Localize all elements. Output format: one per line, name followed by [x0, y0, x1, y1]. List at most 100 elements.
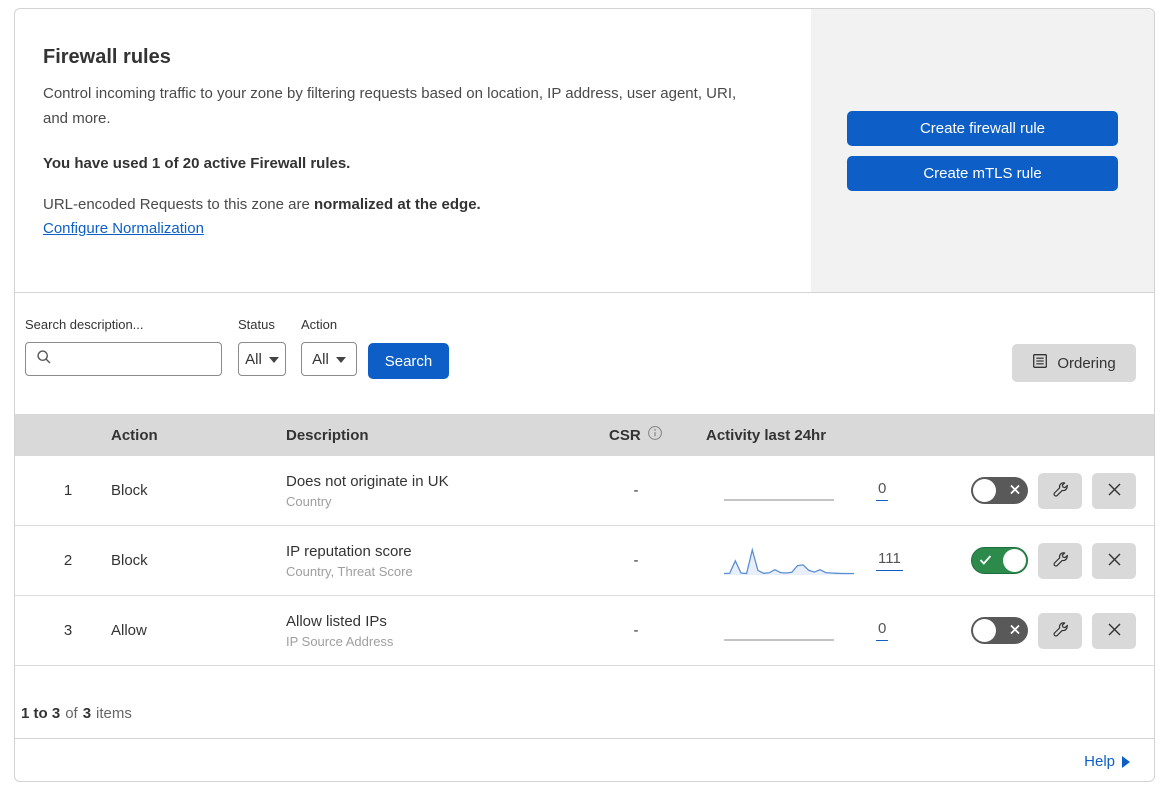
create-firewall-rule-button[interactable]: Create firewall rule — [847, 110, 1118, 146]
rule-description-cell: Does not originate in UK Country — [272, 473, 581, 509]
action-filter-value: All — [312, 350, 329, 368]
search-button[interactable]: Search — [368, 343, 449, 379]
rules-table: Action Description CSR Activity last 24h… — [15, 414, 1154, 666]
action-filter-label: Action — [301, 317, 338, 332]
close-icon — [1107, 552, 1122, 570]
rule-enabled-toggle[interactable] — [971, 617, 1028, 644]
help-link[interactable]: Help — [1084, 753, 1130, 770]
rule-criteria: IP Source Address — [286, 633, 394, 649]
activity-count-link[interactable]: 0 — [876, 480, 889, 501]
delete-rule-button[interactable] — [1092, 542, 1136, 579]
toggle-knob — [1003, 549, 1026, 572]
header-description: Description — [286, 426, 369, 444]
normalization-bold-text: normalized at the edge. — [314, 196, 481, 213]
activity-flat-line — [724, 616, 854, 646]
wrench-icon — [1052, 481, 1069, 501]
table-row: 2 Block IP reputation score Country, Thr… — [15, 526, 1154, 596]
rule-priority: 1 — [63, 482, 73, 499]
status-filter-value: All — [245, 350, 262, 368]
table-row: 1 Block Does not originate in UK Country… — [15, 456, 1154, 526]
intro-section: Firewall rules Control incoming traffic … — [15, 9, 1154, 293]
search-icon — [36, 349, 52, 370]
chevron-down-icon — [335, 356, 346, 363]
rule-criteria: Country — [286, 493, 332, 509]
table-header-row: Action Description CSR Activity last 24h… — [15, 414, 1154, 456]
rule-priority: 2 — [63, 552, 73, 569]
toggle-knob — [973, 479, 996, 502]
rule-action: Block — [111, 552, 148, 569]
ordering-button-label: Ordering — [1057, 354, 1116, 372]
ordering-button[interactable]: Ordering — [1012, 344, 1136, 382]
ordering-list-icon — [1032, 353, 1048, 373]
action-filter-dropdown[interactable]: All — [301, 342, 357, 376]
firewall-rules-card: Firewall rules Control incoming traffic … — [14, 8, 1155, 782]
rule-description: IP reputation score — [286, 542, 412, 560]
rule-controls — [931, 472, 1154, 509]
status-filter-dropdown[interactable]: All — [238, 342, 286, 376]
rule-controls — [931, 542, 1154, 579]
toggle-check-icon — [979, 553, 992, 568]
header-csr-label: CSR — [609, 426, 641, 444]
normalization-note: URL-encoded Requests to this zone are no… — [43, 196, 781, 213]
edit-rule-button[interactable] — [1038, 612, 1082, 649]
intro-description: Control incoming traffic to your zone by… — [43, 85, 737, 127]
usage-summary: You have used 1 of 20 active Firewall ru… — [43, 155, 351, 172]
rule-description-cell: IP reputation score Country, Threat Scor… — [272, 543, 581, 579]
rule-enabled-toggle[interactable] — [971, 547, 1028, 574]
table-row: 3 Allow Allow listed IPs IP Source Addre… — [15, 596, 1154, 666]
items-of: of — [65, 705, 78, 722]
items-range: 1 to 3 — [21, 705, 61, 722]
toggle-knob — [973, 619, 996, 642]
rule-action: Allow — [111, 622, 147, 639]
rule-description: Allow listed IPs — [286, 612, 387, 630]
toggle-x-icon — [1009, 483, 1021, 498]
csr-value: - — [633, 552, 639, 569]
activity-cell: 0 — [691, 476, 931, 506]
chevron-right-icon — [1122, 755, 1130, 768]
rule-action: Block — [111, 482, 148, 499]
intro-text: Firewall rules Control incoming traffic … — [15, 9, 811, 292]
close-icon — [1107, 622, 1122, 640]
delete-rule-button[interactable] — [1092, 472, 1136, 509]
action-filter-group: Action All — [301, 317, 357, 376]
activity-cell: 111 — [691, 546, 931, 576]
chevron-down-icon — [268, 356, 279, 363]
status-filter-label: Status — [238, 317, 275, 332]
page-title: Firewall rules — [43, 46, 171, 68]
search-field-group: Search description... — [25, 317, 222, 376]
header-activity: Activity last 24hr — [706, 426, 827, 444]
rule-enabled-toggle[interactable] — [971, 477, 1028, 504]
search-field-label: Search description... — [25, 317, 144, 332]
help-bar: Help — [15, 738, 1154, 781]
header-action: Action — [111, 426, 158, 444]
table-footer: 1 to 3 of 3 items — [15, 666, 1154, 738]
filter-bar: Search description... Status All Action … — [15, 293, 1154, 414]
search-input[interactable] — [25, 342, 222, 376]
status-filter-group: Status All — [238, 317, 286, 376]
activity-cell: 0 — [691, 616, 931, 646]
items-word: items — [96, 705, 132, 722]
edit-rule-button[interactable] — [1038, 472, 1082, 509]
items-total: 3 — [82, 705, 92, 722]
csr-value: - — [633, 622, 639, 639]
delete-rule-button[interactable] — [1092, 612, 1136, 649]
activity-flat-line — [724, 476, 854, 506]
activity-count-link[interactable]: 111 — [876, 550, 903, 571]
help-link-label: Help — [1084, 752, 1115, 770]
rule-priority: 3 — [63, 622, 73, 639]
header-csr: CSR — [581, 425, 691, 445]
activity-count-link[interactable]: 0 — [876, 620, 889, 641]
rule-controls — [931, 612, 1154, 649]
toggle-x-icon — [1009, 623, 1021, 638]
wrench-icon — [1052, 621, 1069, 641]
configure-normalization-link[interactable]: Configure Normalization — [43, 220, 204, 237]
close-icon — [1107, 482, 1122, 500]
info-icon[interactable] — [647, 425, 663, 445]
edit-rule-button[interactable] — [1038, 542, 1082, 579]
csr-value: - — [633, 482, 639, 499]
create-mtls-rule-button[interactable]: Create mTLS rule — [847, 155, 1118, 191]
rule-description: Does not originate in UK — [286, 472, 449, 490]
normalization-text: URL-encoded Requests to this zone are — [43, 196, 314, 213]
rule-criteria: Country, Threat Score — [286, 563, 413, 579]
action-panel: Create firewall rule Create mTLS rule — [811, 9, 1154, 292]
